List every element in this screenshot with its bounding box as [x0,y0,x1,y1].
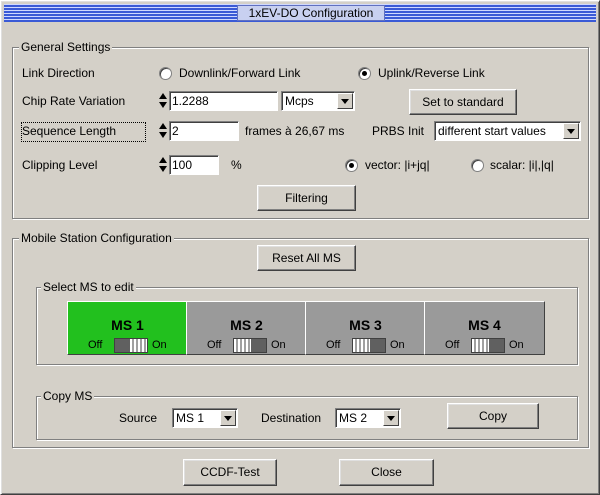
spin-down-icon[interactable] [159,166,167,172]
mobile-station-legend: Mobile Station Configuration [19,231,174,245]
destination-select[interactable]: MS 2 [335,408,401,428]
prbs-init-select[interactable]: different start values [434,121,581,141]
downlink-label[interactable]: Downlink/Forward Link [179,65,300,81]
clipping-level-input[interactable]: 100 [169,155,219,175]
sequence-length-label: Sequence Length [21,122,146,142]
uplink-label[interactable]: Uplink/Reverse Link [378,65,485,81]
chevron-down-icon[interactable] [220,410,236,426]
spin-up-icon[interactable] [159,123,167,129]
general-settings-legend: General Settings [19,40,113,54]
clipping-unit-label: % [231,158,242,172]
sequence-length-input[interactable]: 2 [169,121,239,141]
ms-power-toggle[interactable] [233,338,267,353]
copy-button[interactable]: Copy [447,403,539,429]
spin-up-icon[interactable] [159,157,167,163]
source-value: MS 1 [176,411,205,425]
link-direction-label: Link Direction [22,66,95,80]
downlink-radio[interactable] [159,67,172,80]
sequence-length-spinner[interactable] [158,121,169,141]
vector-label[interactable]: vector: |i+jq| [365,157,430,173]
spin-down-icon[interactable] [159,102,167,108]
spin-up-icon[interactable] [159,93,167,99]
ms-card-1[interactable]: MS 1 Off On [67,301,188,355]
ms-card-title: MS 2 [230,317,263,333]
ms-on-label: On [152,339,167,351]
scalar-label[interactable]: scalar: |i|,|q| [490,157,554,173]
destination-label: Destination [261,411,322,425]
source-select[interactable]: MS 1 [172,408,238,428]
ms-power-toggle[interactable] [471,338,505,353]
select-ms-legend: Select MS to edit [41,280,136,294]
ms-off-label: Off [326,339,341,351]
clipping-level-label: Clipping Level [22,158,98,172]
window-title: 1xEV-DO Configuration [237,5,385,21]
source-label: Source [119,411,158,425]
ms-card-4[interactable]: MS 4 Off On [424,301,545,355]
toggle-knob[interactable] [353,339,370,352]
ms-card-3[interactable]: MS 3 Off On [305,301,426,355]
chip-rate-spinner[interactable] [158,91,169,111]
chip-rate-label: Chip Rate Variation [22,94,126,108]
copy-ms-legend: Copy MS [41,389,95,403]
ms-card-title: MS 1 [111,317,144,333]
chevron-down-icon[interactable] [383,410,399,426]
frames-label: frames à 26,67 ms [245,124,345,138]
uplink-radio[interactable] [358,67,371,80]
ms-off-label: Off [207,339,222,351]
destination-value: MS 2 [339,411,368,425]
clipping-level-spinner[interactable] [158,155,169,175]
chevron-down-icon[interactable] [563,123,579,139]
ms-on-label: On [390,339,405,351]
reset-all-ms-button[interactable]: Reset All MS [257,245,356,271]
toggle-knob[interactable] [472,339,489,352]
ms-power-toggle[interactable] [352,338,386,353]
ms-power-toggle[interactable] [114,338,148,353]
ms-on-label: On [271,339,286,351]
prbs-init-label: PRBS Init [372,124,425,138]
ccdf-test-button[interactable]: CCDF-Test [183,459,277,486]
chip-rate-unit-select[interactable]: Mcps [281,91,355,111]
ms-card-title: MS 4 [468,317,501,333]
ms-off-label: Off [88,339,103,351]
toggle-knob[interactable] [234,339,251,352]
title-bar[interactable]: 1xEV-DO Configuration [4,4,596,22]
ms-card-2[interactable]: MS 2 Off On [186,301,307,355]
set-to-standard-button[interactable]: Set to standard [409,89,517,115]
scalar-radio[interactable] [471,159,484,172]
prbs-init-value: different start values [438,124,546,138]
filtering-button[interactable]: Filtering [257,185,356,211]
chip-rate-input[interactable]: 1.2288 [169,91,278,111]
chevron-down-icon[interactable] [337,93,353,109]
toggle-knob[interactable] [130,339,147,352]
ms-off-label: Off [445,339,460,351]
close-button[interactable]: Close [339,459,434,486]
ms-card-title: MS 3 [349,317,382,333]
chip-rate-unit-value: Mcps [285,94,314,108]
spin-down-icon[interactable] [159,132,167,138]
ms-on-label: On [509,339,524,351]
config-window: 1xEV-DO Configuration General Settings L… [0,0,600,495]
vector-radio[interactable] [345,159,358,172]
